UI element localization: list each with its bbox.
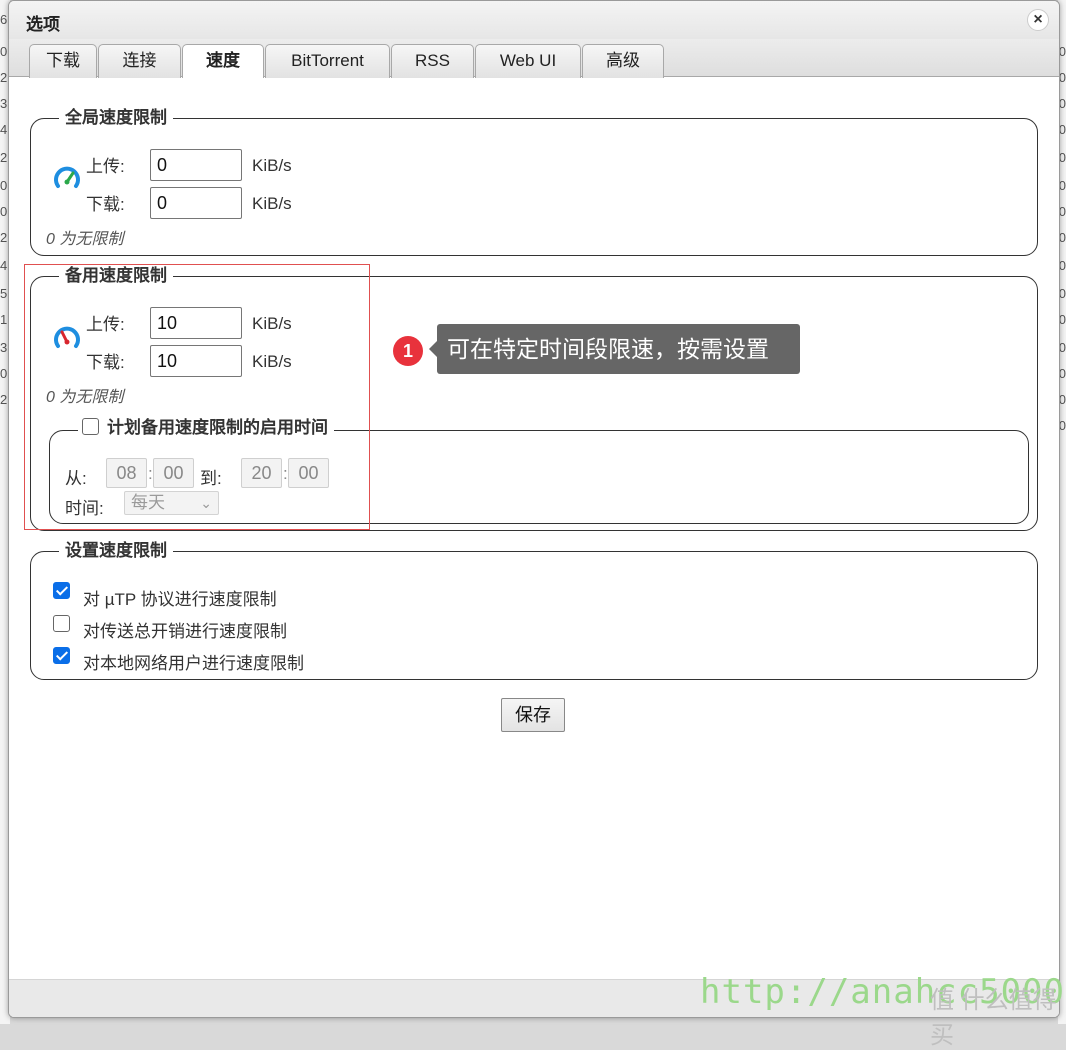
bg-digit: 4 [0, 122, 8, 137]
utp-limit-label[interactable]: 对 µTP 协议进行速度限制 [83, 585, 277, 610]
settings-legend: 设置速度限制 [59, 541, 173, 561]
overhead-limit-checkbox[interactable] [53, 615, 70, 632]
lan-limit-label[interactable]: 对本地网络用户进行速度限制 [83, 649, 304, 674]
bg-digit: 2 [0, 230, 8, 245]
bg-digit: 1 [0, 312, 8, 327]
tab-connection[interactable]: 连接 [98, 44, 181, 78]
tab-speed[interactable]: 速度 [182, 44, 264, 79]
bg-digit: 3 [0, 96, 8, 111]
tab-bittorrent[interactable]: BitTorrent [265, 44, 390, 78]
bg-digit: 3 [0, 340, 8, 355]
tab-advanced[interactable]: 高级 [582, 44, 664, 78]
global-speed-limit-legend: 全局速度限制 [59, 108, 173, 128]
save-button[interactable]: 保存 [501, 698, 565, 732]
dialog-title: 选项 [26, 15, 60, 34]
bg-digit: 2 [0, 150, 8, 165]
lan-limit-checkbox[interactable] [53, 647, 70, 664]
bg-digit: 0 [0, 178, 8, 193]
global-download-input[interactable]: 0 [150, 187, 242, 219]
global-upload-label: 上传: [86, 157, 125, 176]
tab-downloads[interactable]: 下载 [29, 44, 97, 78]
tab-rss[interactable]: RSS [391, 44, 474, 78]
tab-strip: 下载 连接 速度 BitTorrent RSS Web UI 高级 [9, 39, 1059, 79]
bg-digit: 2 [0, 70, 8, 85]
bg-digit: 0 [0, 44, 8, 59]
speedometer-green-icon [54, 166, 80, 188]
global-unlimited-hint: 0 为无限制 [46, 231, 124, 248]
global-speed-limit-group: 全局速度限制 上传: 0 KiB/s 下载: 0 KiB/s 0 为无限制 [30, 108, 1038, 256]
bg-digit: 5 [0, 286, 8, 301]
bg-digit: 0 [0, 366, 8, 381]
annotation-callout: 可在特定时间段限速，按需设置 [429, 324, 800, 374]
global-download-unit: KiB/s [252, 194, 292, 213]
site-watermark: 值 什么值得买 [930, 987, 1057, 1049]
close-icon[interactable]: × [1027, 9, 1049, 31]
utp-limit-checkbox[interactable] [53, 582, 70, 599]
global-upload-unit: KiB/s [252, 156, 292, 175]
tab-webui[interactable]: Web UI [475, 44, 581, 78]
global-download-label: 下载: [86, 195, 125, 214]
overhead-limit-label[interactable]: 对传送总开销进行速度限制 [83, 617, 287, 642]
annotation-badge: 1 [393, 336, 423, 366]
bg-digit: 2 [0, 392, 8, 407]
bg-digit: 6 [0, 12, 8, 27]
speed-limit-settings-group: 设置速度限制 对 µTP 协议进行速度限制 对传送总开销进行速度限制 对本地网络… [30, 541, 1038, 680]
bg-digit: 0 [0, 204, 8, 219]
bg-digit: 4 [0, 258, 8, 273]
annotation-highlight-box [24, 264, 370, 530]
dialog-titlebar[interactable]: 选项 × [9, 1, 1059, 39]
global-upload-input[interactable]: 0 [150, 149, 242, 181]
